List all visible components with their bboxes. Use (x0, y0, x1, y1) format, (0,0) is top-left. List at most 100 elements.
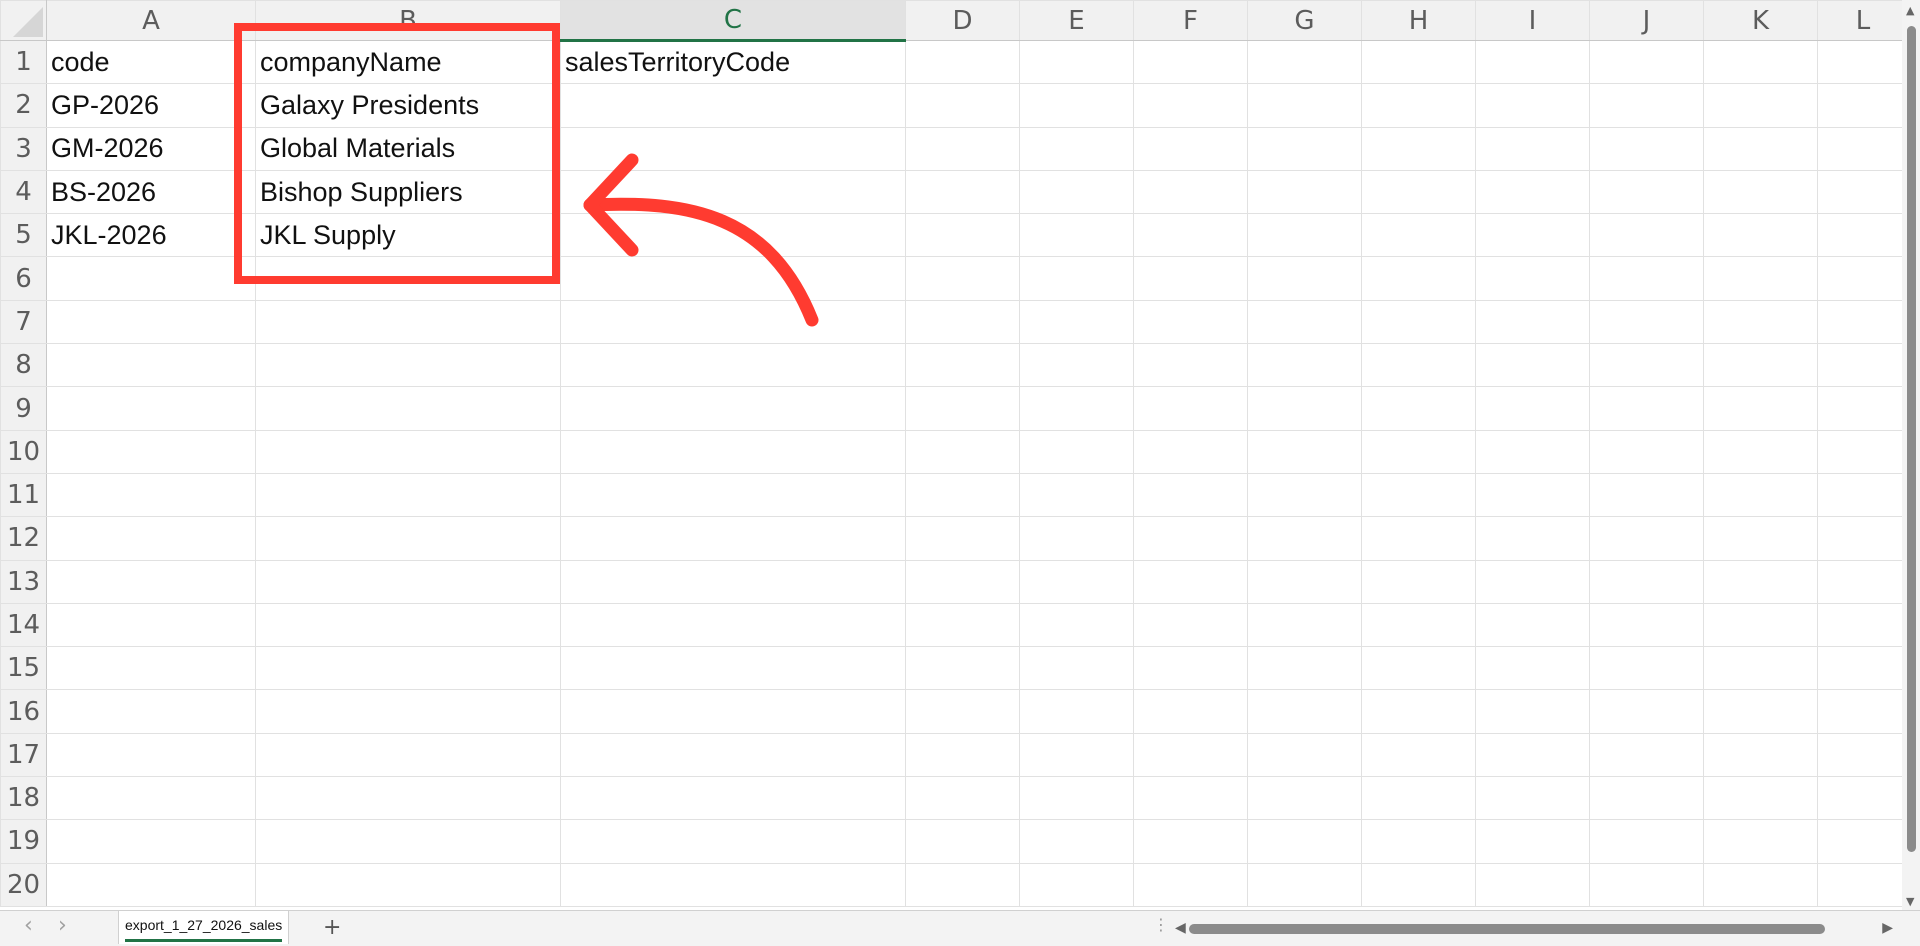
cell-i18[interactable] (1475, 776, 1590, 821)
cell-c18[interactable] (560, 776, 906, 821)
cell-h7[interactable] (1361, 299, 1476, 345)
cell-g9[interactable] (1247, 386, 1362, 431)
cell-a16[interactable] (46, 689, 256, 734)
cell-h11[interactable] (1361, 472, 1476, 518)
cell-e13[interactable] (1019, 559, 1134, 604)
cell-a10[interactable] (46, 429, 256, 474)
vertical-scrollbar[interactable]: ▲ ▼ (1902, 0, 1920, 910)
cell-d10[interactable] (905, 429, 1020, 474)
cell-h10[interactable] (1361, 429, 1476, 474)
cell-l10[interactable] (1817, 429, 1909, 474)
cell-a15[interactable] (46, 646, 256, 691)
cell-f8[interactable] (1133, 343, 1248, 388)
cell-i12[interactable] (1475, 516, 1590, 561)
cell-b4[interactable]: Bishop Suppliers (255, 169, 561, 215)
cell-a2[interactable]: GP-2026 (46, 83, 256, 128)
cell-j14[interactable] (1589, 602, 1704, 648)
column-header-l[interactable]: L (1817, 0, 1909, 41)
cell-j15[interactable] (1589, 646, 1704, 691)
cell-b16[interactable] (255, 689, 561, 734)
cell-f5[interactable] (1133, 213, 1248, 258)
cell-h15[interactable] (1361, 646, 1476, 691)
cell-i14[interactable] (1475, 602, 1590, 648)
cell-e18[interactable] (1019, 776, 1134, 821)
cell-k11[interactable] (1703, 472, 1818, 518)
cell-k4[interactable] (1703, 169, 1818, 215)
cell-e3[interactable] (1019, 126, 1134, 171)
cell-l12[interactable] (1817, 516, 1909, 561)
cell-d18[interactable] (905, 776, 1020, 821)
cell-d15[interactable] (905, 646, 1020, 691)
cell-c20[interactable] (560, 862, 906, 907)
cell-j18[interactable] (1589, 776, 1704, 821)
cell-j13[interactable] (1589, 559, 1704, 604)
cell-f17[interactable] (1133, 732, 1248, 778)
cell-d1[interactable] (905, 39, 1020, 85)
cell-f15[interactable] (1133, 646, 1248, 691)
cell-g3[interactable] (1247, 126, 1362, 171)
cell-e8[interactable] (1019, 343, 1134, 388)
cell-k7[interactable] (1703, 299, 1818, 345)
cell-h20[interactable] (1361, 862, 1476, 907)
cell-f3[interactable] (1133, 126, 1248, 171)
cell-k15[interactable] (1703, 646, 1818, 691)
cell-b14[interactable] (255, 602, 561, 648)
cell-d11[interactable] (905, 472, 1020, 518)
sheet-tab[interactable]: export_1_27_2026_sales (118, 911, 290, 944)
cell-f13[interactable] (1133, 559, 1248, 604)
cell-l11[interactable] (1817, 472, 1909, 518)
cell-l17[interactable] (1817, 732, 1909, 778)
cell-d17[interactable] (905, 732, 1020, 778)
cell-b12[interactable] (255, 516, 561, 561)
cell-h1[interactable] (1361, 39, 1476, 85)
cell-e9[interactable] (1019, 386, 1134, 431)
cell-l18[interactable] (1817, 776, 1909, 821)
row-header[interactable]: 17 (0, 732, 47, 778)
column-header-e[interactable]: E (1019, 0, 1134, 41)
cell-l7[interactable] (1817, 299, 1909, 345)
cell-g18[interactable] (1247, 776, 1362, 821)
cell-i5[interactable] (1475, 213, 1590, 258)
cell-k16[interactable] (1703, 689, 1818, 734)
cell-e14[interactable] (1019, 602, 1134, 648)
cell-c11[interactable] (560, 472, 906, 518)
cell-i8[interactable] (1475, 343, 1590, 388)
row-header[interactable]: 7 (0, 299, 47, 345)
cell-g8[interactable] (1247, 343, 1362, 388)
row-header[interactable]: 6 (0, 256, 47, 301)
cell-d3[interactable] (905, 126, 1020, 171)
row-header[interactable]: 4 (0, 169, 47, 215)
cell-j19[interactable] (1589, 819, 1704, 864)
cell-a19[interactable] (46, 819, 256, 864)
cell-e20[interactable] (1019, 862, 1134, 907)
column-header-k[interactable]: K (1703, 0, 1818, 41)
cell-k6[interactable] (1703, 256, 1818, 301)
cell-l4[interactable] (1817, 169, 1909, 215)
cell-g12[interactable] (1247, 516, 1362, 561)
cell-c19[interactable] (560, 819, 906, 864)
cell-h5[interactable] (1361, 213, 1476, 258)
cell-g15[interactable] (1247, 646, 1362, 691)
scroll-up-icon[interactable]: ▲ (1906, 4, 1914, 17)
cell-b20[interactable] (255, 862, 561, 907)
scroll-down-icon[interactable]: ▼ (1906, 895, 1914, 908)
cell-i11[interactable] (1475, 472, 1590, 518)
horizontal-scrollbar[interactable]: ◀ ▶ (1175, 919, 1893, 937)
cell-g10[interactable] (1247, 429, 1362, 474)
cell-h6[interactable] (1361, 256, 1476, 301)
cell-d4[interactable] (905, 169, 1020, 215)
cell-h3[interactable] (1361, 126, 1476, 171)
scroll-left-icon[interactable]: ◀ (1175, 920, 1186, 936)
horizontal-scroll-thumb[interactable] (1189, 924, 1825, 934)
cell-k10[interactable] (1703, 429, 1818, 474)
cell-b19[interactable] (255, 819, 561, 864)
cell-f14[interactable] (1133, 602, 1248, 648)
cell-l15[interactable] (1817, 646, 1909, 691)
cell-f20[interactable] (1133, 862, 1248, 907)
cell-i9[interactable] (1475, 386, 1590, 431)
cell-f4[interactable] (1133, 169, 1248, 215)
cell-g7[interactable] (1247, 299, 1362, 345)
cell-d16[interactable] (905, 689, 1020, 734)
cell-b13[interactable] (255, 559, 561, 604)
column-header-i[interactable]: I (1475, 0, 1590, 41)
